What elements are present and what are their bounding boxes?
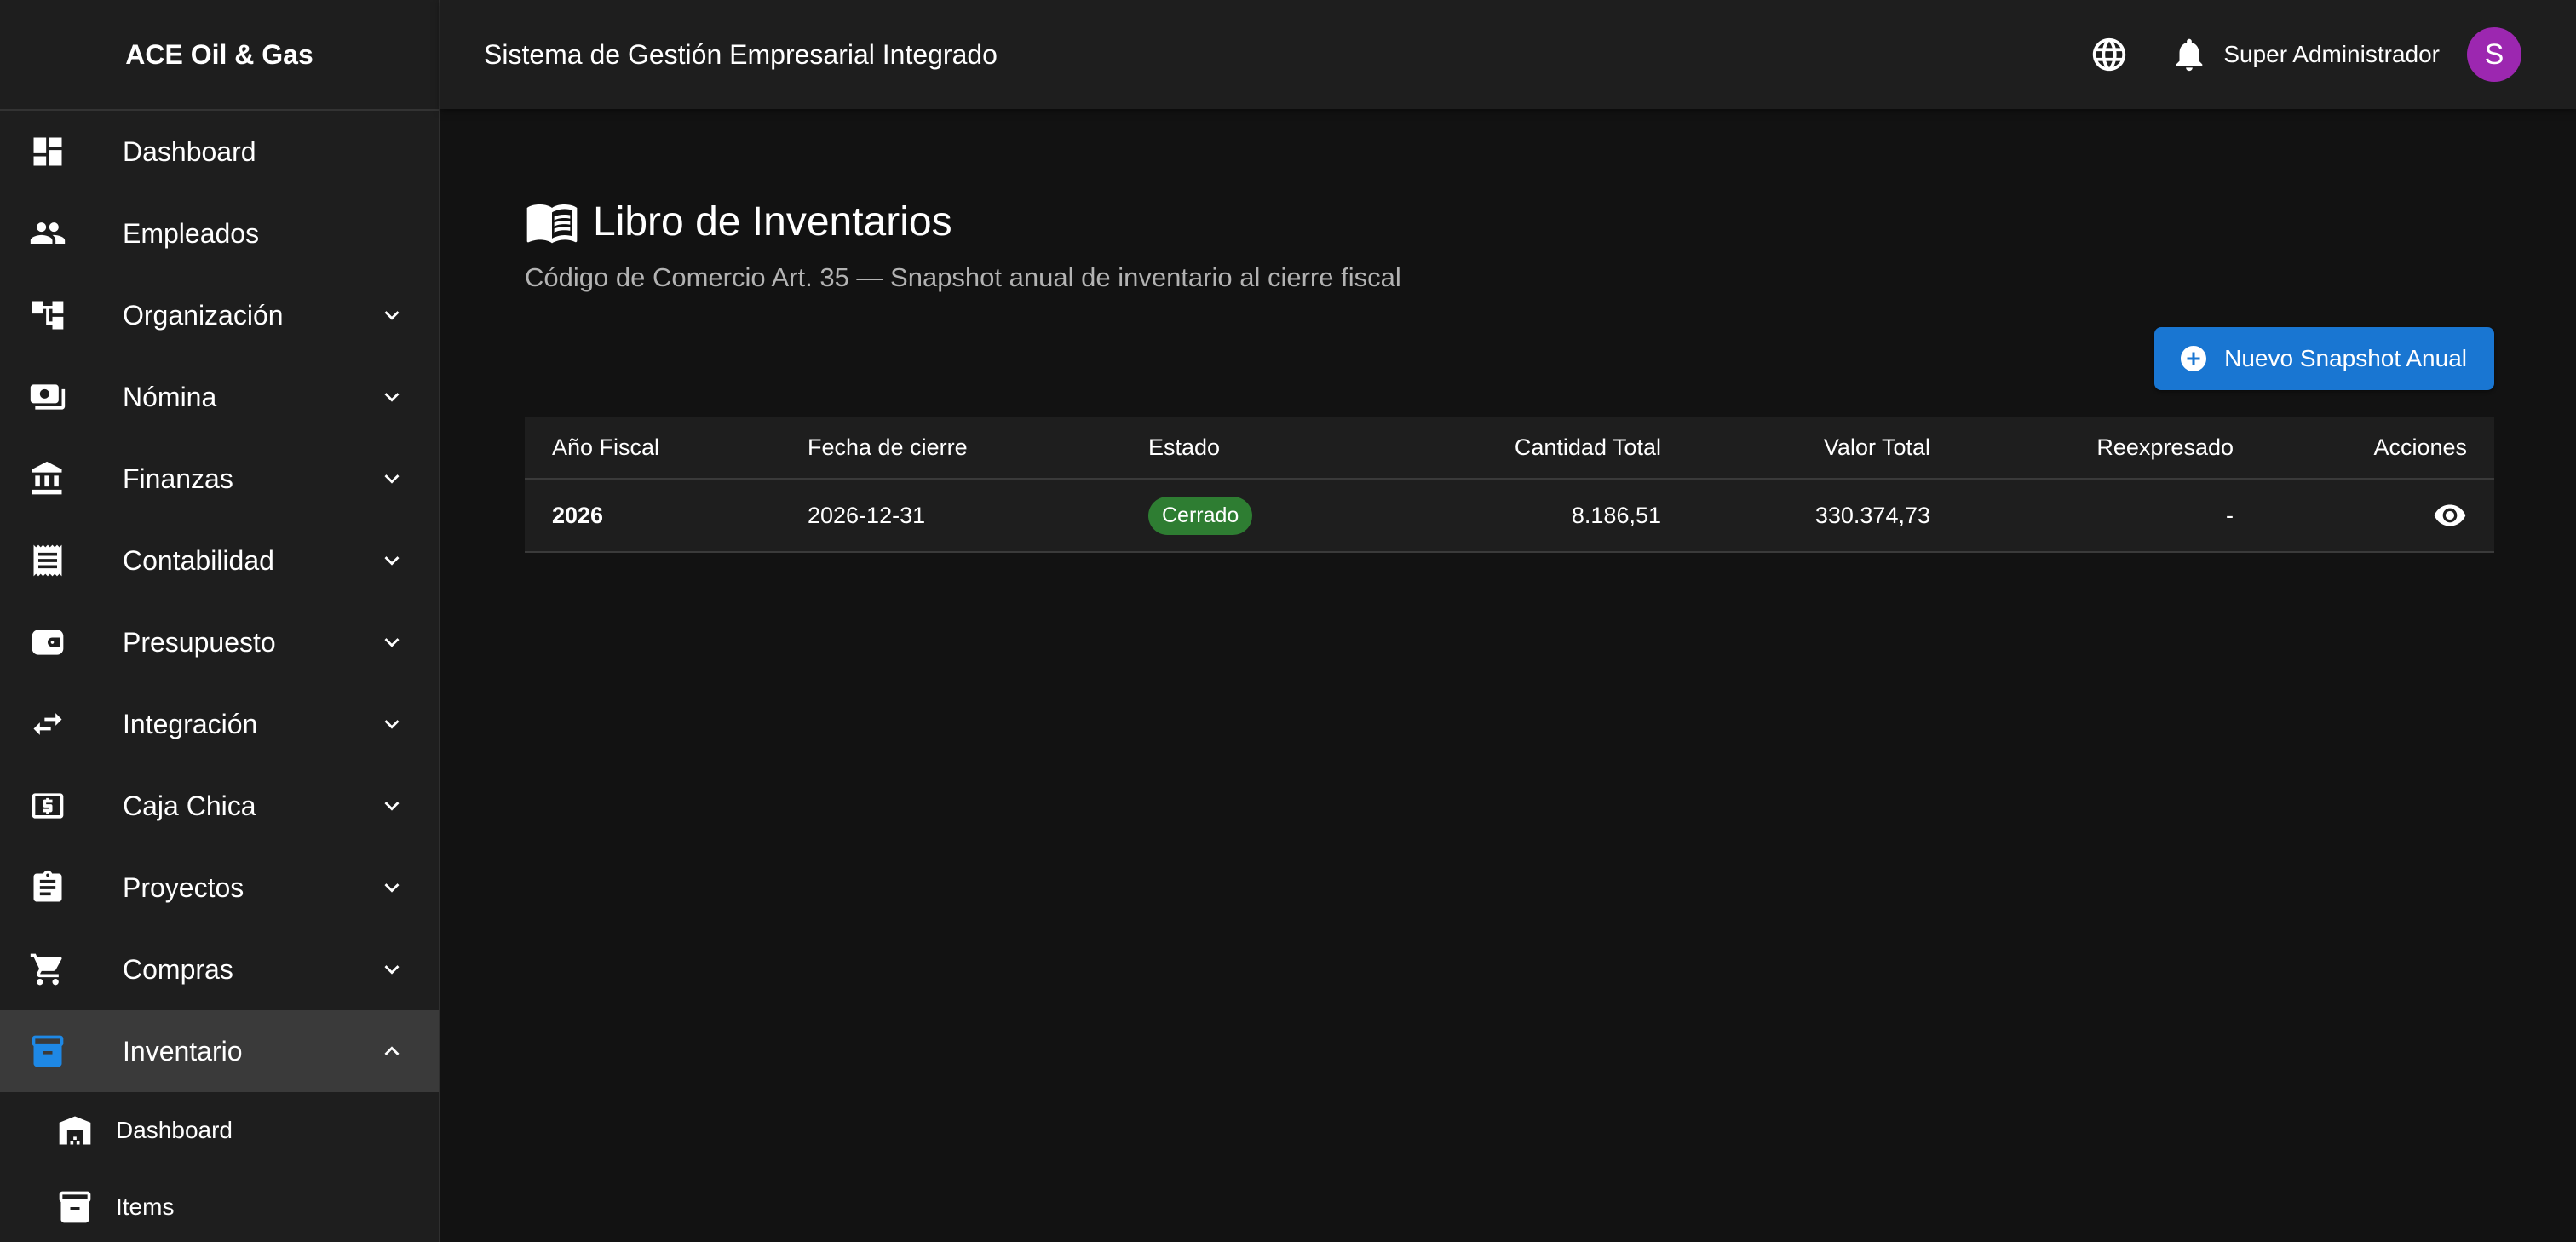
header-reexpresado[interactable]: Reexpresado (2096, 434, 2234, 461)
sidebar-item-label: Integración (123, 708, 258, 739)
inventory-box-icon (56, 1188, 94, 1226)
sidebar-item-label: Finanzas (123, 463, 233, 494)
table-row[interactable]: 2026 2026-12-31 Cerrado 8.186,51 330.374… (525, 480, 2494, 553)
warehouse-icon (56, 1112, 94, 1149)
bank-icon (29, 460, 66, 497)
new-snapshot-label: Nuevo Snapshot Anual (2224, 345, 2467, 371)
sidebar-item-label: Compras (123, 953, 233, 985)
header-acciones: Acciones (2373, 434, 2467, 460)
sidebar-item-organizacion[interactable]: Organización (0, 274, 439, 356)
sidebar-item-label: Dashboard (123, 135, 256, 167)
sidebar-subitem-items[interactable]: Items (0, 1169, 439, 1242)
header-anio-fiscal[interactable]: Año Fiscal (552, 434, 659, 461)
chevron-down-icon[interactable] (377, 873, 406, 902)
brand-title: ACE Oil & Gas (0, 0, 439, 111)
sidebar-item-label: Organización (123, 299, 284, 331)
sidebar-item-label: Contabilidad (123, 544, 274, 576)
sidebar-item-label: Caja Chica (123, 790, 256, 821)
new-snapshot-button[interactable]: Nuevo Snapshot Anual (2154, 327, 2494, 390)
sidebar-item-label: Presupuesto (123, 626, 276, 658)
chevron-up-icon[interactable] (377, 1037, 406, 1066)
chevron-down-icon[interactable] (377, 464, 406, 493)
cell-cantidad-total: 8.186,51 (1571, 502, 1661, 528)
sidebar-item-integracion[interactable]: Integración (0, 683, 439, 765)
avatar[interactable]: S (2467, 27, 2521, 82)
user-name[interactable]: Super Administrador (2223, 41, 2440, 68)
notification-bell-icon[interactable] (2169, 34, 2210, 75)
header-estado[interactable]: Estado (1148, 434, 1220, 461)
cell-valor-total: 330.374,73 (1814, 502, 1930, 528)
sidebar-item-presupuesto[interactable]: Presupuesto (0, 601, 439, 683)
clipboard-icon (29, 869, 66, 906)
dashboard-icon (29, 133, 66, 170)
language-globe-icon[interactable] (2089, 34, 2130, 75)
header-cantidad-total[interactable]: Cantidad Total (1515, 434, 1661, 461)
sidebar-item-label: Empleados (123, 217, 260, 249)
sidebar-subitem-label: Dashboard (116, 1117, 233, 1143)
chevron-down-icon[interactable] (377, 955, 406, 984)
sidebar-item-finanzas[interactable]: Finanzas (0, 438, 439, 520)
wallet-icon (29, 624, 66, 661)
top-app-bar: Sistema de Gestión Empresarial Integrado… (440, 0, 2576, 109)
sidebar-subitem-label: Items (116, 1193, 175, 1220)
cash-box-icon (29, 787, 66, 825)
swap-arrows-icon (29, 705, 66, 743)
org-tree-icon (29, 296, 66, 334)
sidebar-item-label: Inventario (123, 1035, 243, 1067)
page-header: Libro de Inventarios (525, 194, 952, 249)
sidebar-item-contabilidad[interactable]: Contabilidad (0, 520, 439, 601)
chevron-down-icon[interactable] (377, 710, 406, 739)
sidebar-item-inventario[interactable]: Inventario (0, 1010, 439, 1092)
view-eye-icon[interactable] (2433, 498, 2467, 532)
top-actions: Super Administrador S (2089, 27, 2521, 82)
sidebar-item-label: Nómina (123, 381, 217, 412)
chevron-down-icon[interactable] (377, 628, 406, 657)
archive-box-icon (29, 1032, 66, 1070)
status-badge: Cerrado (1148, 496, 1253, 535)
sidebar-item-nomina[interactable]: Nómina (0, 356, 439, 438)
header-fecha-cierre[interactable]: Fecha de cierre (808, 434, 968, 461)
add-circle-icon (2181, 346, 2207, 371)
people-icon (29, 215, 66, 252)
cell-anio-fiscal: 2026 (552, 502, 604, 528)
sidebar-item-label: Proyectos (123, 871, 244, 903)
cell-fecha-cierre: 2026-12-31 (808, 502, 926, 528)
sidebar: ACE Oil & Gas Dashboard Empleados Organi… (0, 0, 440, 1242)
cell-reexpresado: - (2226, 502, 2234, 528)
sidebar-item-caja-chica[interactable]: Caja Chica (0, 765, 439, 847)
header-valor-total[interactable]: Valor Total (1824, 434, 1930, 461)
page-subtitle: Código de Comercio Art. 35 — Snapshot an… (525, 262, 1401, 292)
inventory-table: Año Fiscal Fecha de cierre Estado Cantid… (525, 417, 2494, 553)
chevron-down-icon[interactable] (377, 301, 406, 330)
chevron-down-icon[interactable] (377, 382, 406, 411)
sidebar-item-dashboard[interactable]: Dashboard (0, 111, 439, 193)
book-icon (526, 204, 578, 244)
sidebar-item-proyectos[interactable]: Proyectos (0, 847, 439, 929)
payroll-money-icon (29, 378, 66, 416)
chevron-down-icon[interactable] (377, 791, 406, 820)
sidebar-item-empleados[interactable]: Empleados (0, 193, 439, 274)
receipt-icon (29, 542, 66, 579)
sidebar-subitem-dashboard[interactable]: Dashboard (0, 1092, 439, 1169)
sidebar-item-compras[interactable]: Compras (0, 929, 439, 1010)
table-header: Año Fiscal Fecha de cierre Estado Cantid… (525, 417, 2494, 480)
app-title: Sistema de Gestión Empresarial Integrado (484, 38, 998, 70)
page-title: Libro de Inventarios (593, 198, 952, 244)
shopping-cart-icon (29, 951, 66, 988)
chevron-down-icon[interactable] (377, 546, 406, 575)
